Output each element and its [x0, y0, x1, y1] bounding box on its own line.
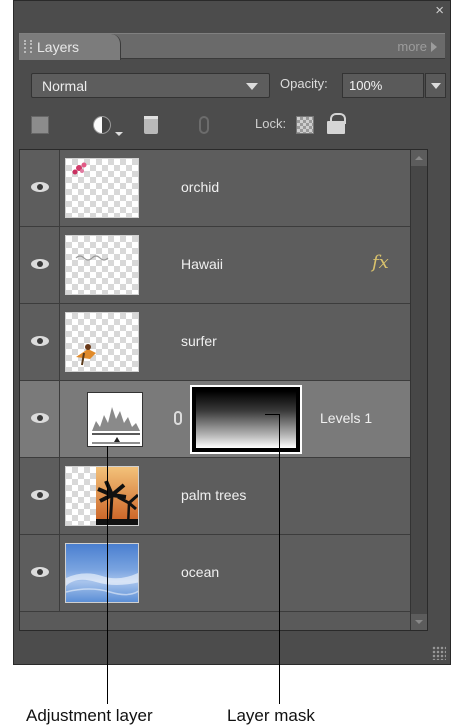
- more-label: more: [397, 39, 427, 54]
- drag-grip-icon[interactable]: [24, 40, 32, 53]
- orchid-thumbnail-image: [72, 162, 87, 175]
- surfer-thumbnail-image: [76, 344, 96, 366]
- ocean-thumbnail-image: [66, 572, 138, 596]
- layer-name: ocean: [181, 564, 220, 580]
- hawaii-thumbnail-image: [75, 255, 109, 261]
- tab-bar: Layers more: [19, 33, 445, 60]
- visibility-toggle[interactable]: [20, 227, 60, 303]
- scrollbar[interactable]: [410, 150, 427, 630]
- lock-transparent-pixels-icon[interactable]: [296, 116, 314, 134]
- layers-list: orchid Hawaii fx surfer Levels 1 palm tr…: [19, 149, 428, 631]
- eye-icon: [31, 182, 49, 192]
- layer-thumbnail-orchid: [65, 158, 139, 218]
- opacity-label: Opacity:: [280, 76, 328, 91]
- opacity-dropdown-button[interactable]: [425, 73, 446, 98]
- eye-icon: [31, 413, 49, 423]
- adjustment-callout-line: [107, 446, 108, 704]
- more-menu-button[interactable]: more: [397, 39, 437, 54]
- eye-icon: [31, 336, 49, 346]
- new-layer-icon[interactable]: [31, 116, 49, 134]
- layer-row-hawaii[interactable]: Hawaii fx: [20, 227, 427, 304]
- visibility-toggle[interactable]: [20, 535, 60, 611]
- layer-mask-callout: Layer mask: [227, 706, 315, 725]
- layer-thumbnail-palm-trees: [65, 466, 139, 526]
- layer-mask-thumbnail[interactable]: [190, 385, 302, 454]
- mask-callout-tick: [265, 414, 280, 415]
- fx-icon[interactable]: fx: [372, 252, 389, 273]
- visibility-toggle[interactable]: [20, 304, 60, 380]
- layer-name: orchid: [181, 179, 220, 195]
- layer-thumbnail-hawaii: [65, 235, 139, 295]
- blend-mode-value: Normal: [42, 78, 88, 94]
- eye-icon: [31, 567, 49, 577]
- tab-layers[interactable]: Layers: [19, 34, 121, 60]
- visibility-toggle[interactable]: [20, 150, 60, 226]
- layer-name: Levels 1: [320, 410, 373, 426]
- mask-link-icon[interactable]: [174, 411, 182, 425]
- chevron-down-icon: [431, 83, 441, 89]
- layer-thumbnail-surfer: [65, 312, 139, 372]
- layer-row-surfer[interactable]: surfer: [20, 304, 427, 381]
- layer-name: surfer: [181, 333, 217, 349]
- layers-panel: × Layers more Normal Opacity: 100% Lock:: [13, 0, 451, 665]
- opacity-input[interactable]: 100%: [342, 73, 424, 98]
- more-arrow-icon: [431, 42, 437, 52]
- layer-row-levels-1[interactable]: Levels 1: [20, 381, 427, 458]
- link-icon[interactable]: [199, 116, 209, 134]
- scroll-up-icon[interactable]: [411, 150, 427, 166]
- resize-grip-icon[interactable]: [432, 646, 446, 660]
- adjustment-layer-icon[interactable]: [93, 116, 111, 134]
- layer-name: palm trees: [181, 487, 247, 503]
- layer-thumbnail-ocean: [65, 543, 139, 603]
- lock-icon[interactable]: [327, 113, 346, 134]
- opacity-value: 100%: [349, 78, 383, 93]
- chevron-down-icon: [246, 83, 258, 90]
- tab-layers-label: Layers: [37, 39, 80, 55]
- palm-trees-thumbnail-image: [96, 467, 138, 525]
- levels-histogram-icon: [92, 407, 140, 444]
- scroll-down-icon[interactable]: [411, 614, 427, 630]
- eye-icon: [31, 259, 49, 269]
- layer-row-palm-trees[interactable]: palm trees: [20, 458, 427, 535]
- layer-row-orchid[interactable]: orchid: [20, 150, 427, 227]
- trash-icon[interactable]: [144, 116, 158, 134]
- adjustment-layer-callout: Adjustment layer: [26, 706, 153, 725]
- eye-icon: [31, 490, 49, 500]
- layer-toolbar: Lock:: [19, 111, 445, 141]
- visibility-toggle[interactable]: [20, 458, 60, 534]
- layer-row-ocean[interactable]: ocean: [20, 535, 427, 612]
- lock-label: Lock:: [255, 116, 287, 131]
- blend-mode-select[interactable]: Normal: [31, 73, 270, 98]
- adjustment-layer-thumbnail: [87, 392, 143, 447]
- visibility-toggle[interactable]: [20, 381, 60, 457]
- layer-name: Hawaii: [181, 256, 224, 272]
- mask-callout-line: [279, 414, 280, 704]
- adjustment-menu-arrow-icon[interactable]: [115, 132, 123, 136]
- close-icon[interactable]: ×: [435, 3, 444, 19]
